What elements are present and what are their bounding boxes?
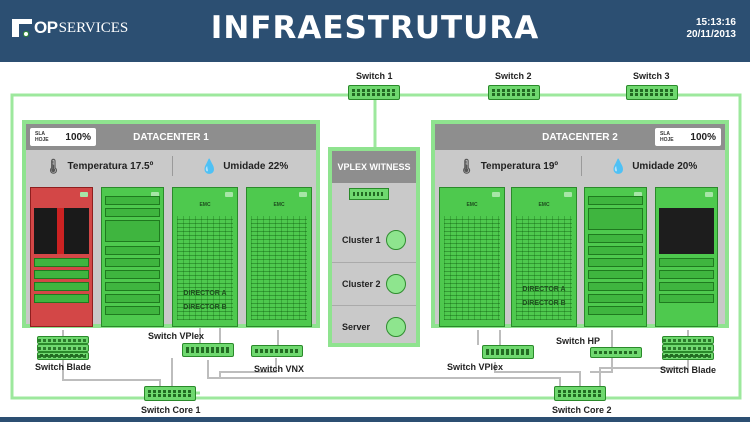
humidity-text: Umidade 22% xyxy=(223,160,289,172)
switch-core-1-label: Switch Core 1 xyxy=(141,405,201,415)
switch-vplex-dc2-device[interactable] xyxy=(482,345,534,359)
footer-bar xyxy=(0,417,750,422)
datacenter-2-title: DATACENTER 2 xyxy=(542,131,618,143)
switch-core-2-device[interactable] xyxy=(554,386,606,401)
switch-2-device[interactable] xyxy=(488,85,540,100)
switch-1-device[interactable] xyxy=(348,85,400,100)
rack-dc1-vplex[interactable]: EMC DIRECTOR A DIRECTOR B xyxy=(172,187,238,327)
rack-dc2-4[interactable] xyxy=(655,187,718,327)
server-status-indicator xyxy=(386,316,406,337)
switch-vnx-label: Switch VNX xyxy=(254,364,305,374)
datacenter-2-temperature: 🌡 Temperatura 19º xyxy=(435,150,581,182)
cluster-2-label: Cluster 2 xyxy=(342,278,381,289)
rack-brand: EMC xyxy=(199,202,211,208)
rack-brand: EMC xyxy=(273,202,285,208)
switch-core-1-device[interactable] xyxy=(144,386,196,401)
cluster-2-status-indicator xyxy=(386,273,406,294)
cluster-2-row[interactable]: Cluster 2 xyxy=(332,262,416,304)
switch-blade-dc1-label: Switch Blade xyxy=(35,362,92,372)
datacenter-1-sla-badge: SLA HOJE 100% xyxy=(30,128,96,146)
datacenter-1-title: DATACENTER 1 xyxy=(133,131,209,143)
datacenter-2-sla-badge: SLA HOJE 100% xyxy=(655,128,721,146)
switch-hp-device[interactable] xyxy=(590,347,642,358)
datacenter-1-humidity: 💧 Umidade 22% xyxy=(173,150,316,182)
vplex-witness-title: VPLEX WITNESS xyxy=(337,162,411,172)
switch-2-label: Switch 2 xyxy=(495,71,532,81)
director-b-label: DIRECTOR B xyxy=(183,304,227,311)
sla-label: SLA HOJE xyxy=(660,131,674,143)
thermometer-icon: 🌡 xyxy=(44,157,63,174)
director-a-label: DIRECTOR A xyxy=(183,290,227,297)
rack-brand: EMC xyxy=(466,202,478,208)
temperature-text: Temperatura 17.5º xyxy=(67,160,154,172)
rack-dc2-emc[interactable]: EMC xyxy=(439,187,505,327)
switch-vplex-dc2-label: Switch VPlex xyxy=(447,362,504,372)
water-drops-icon: 💧 xyxy=(200,157,219,174)
switch-hp-label: Switch HP xyxy=(556,336,601,346)
witness-server-device[interactable] xyxy=(349,188,389,200)
cluster-1-row[interactable]: Cluster 1 xyxy=(332,219,416,261)
switch-3-device[interactable] xyxy=(626,85,678,100)
water-drops-icon: 💧 xyxy=(609,157,628,174)
datacenter-2-humidity: 💧 Umidade 20% xyxy=(582,150,725,182)
switch-blade-dc2-device[interactable] xyxy=(662,336,714,360)
switch-vnx-device[interactable] xyxy=(251,345,303,357)
datacenter-1-temperature: 🌡 Temperatura 17.5º xyxy=(26,150,172,182)
switch-blade-dc2-label: Switch Blade xyxy=(660,365,717,375)
vplex-witness-panel: VPLEX WITNESS Cluster 1 Cluster 2 Server xyxy=(328,147,420,347)
switch-3-label: Switch 3 xyxy=(633,71,670,81)
vplex-witness-header: VPLEX WITNESS xyxy=(332,151,416,183)
cluster-1-label: Cluster 1 xyxy=(342,235,381,245)
rack-dc1-1[interactable] xyxy=(30,187,93,327)
switch-vplex-dc1-label: Switch VPlex xyxy=(148,331,205,341)
rack-brand: EMC xyxy=(538,202,550,208)
director-a-label: DIRECTOR A xyxy=(522,286,566,293)
sla-label: SLA HOJE xyxy=(35,131,49,143)
humidity-text: Umidade 20% xyxy=(632,160,698,172)
rack-dc2-vplex[interactable]: EMC DIRECTOR A DIRECTOR B xyxy=(511,187,577,327)
temperature-text: Temperatura 19º xyxy=(480,160,559,172)
datacenter-2-sla-value: 100% xyxy=(690,131,716,143)
rack-dc1-2[interactable] xyxy=(101,187,164,327)
switch-1-label: Switch 1 xyxy=(356,71,393,81)
cluster-1-status-indicator xyxy=(386,230,406,250)
server-label: Server xyxy=(342,321,371,332)
switch-vplex-dc1-device[interactable] xyxy=(182,343,234,357)
switch-blade-dc1-device[interactable] xyxy=(37,336,89,360)
director-b-label: DIRECTOR B xyxy=(522,300,566,307)
rack-dc1-vnx[interactable]: EMC xyxy=(246,187,312,327)
rack-dc2-3[interactable] xyxy=(584,187,647,327)
datacenter-1-sla-value: 100% xyxy=(65,131,91,143)
server-row[interactable]: Server xyxy=(332,305,416,347)
switch-core-2-label: Switch Core 2 xyxy=(552,405,612,415)
thermometer-icon: 🌡 xyxy=(457,157,476,174)
